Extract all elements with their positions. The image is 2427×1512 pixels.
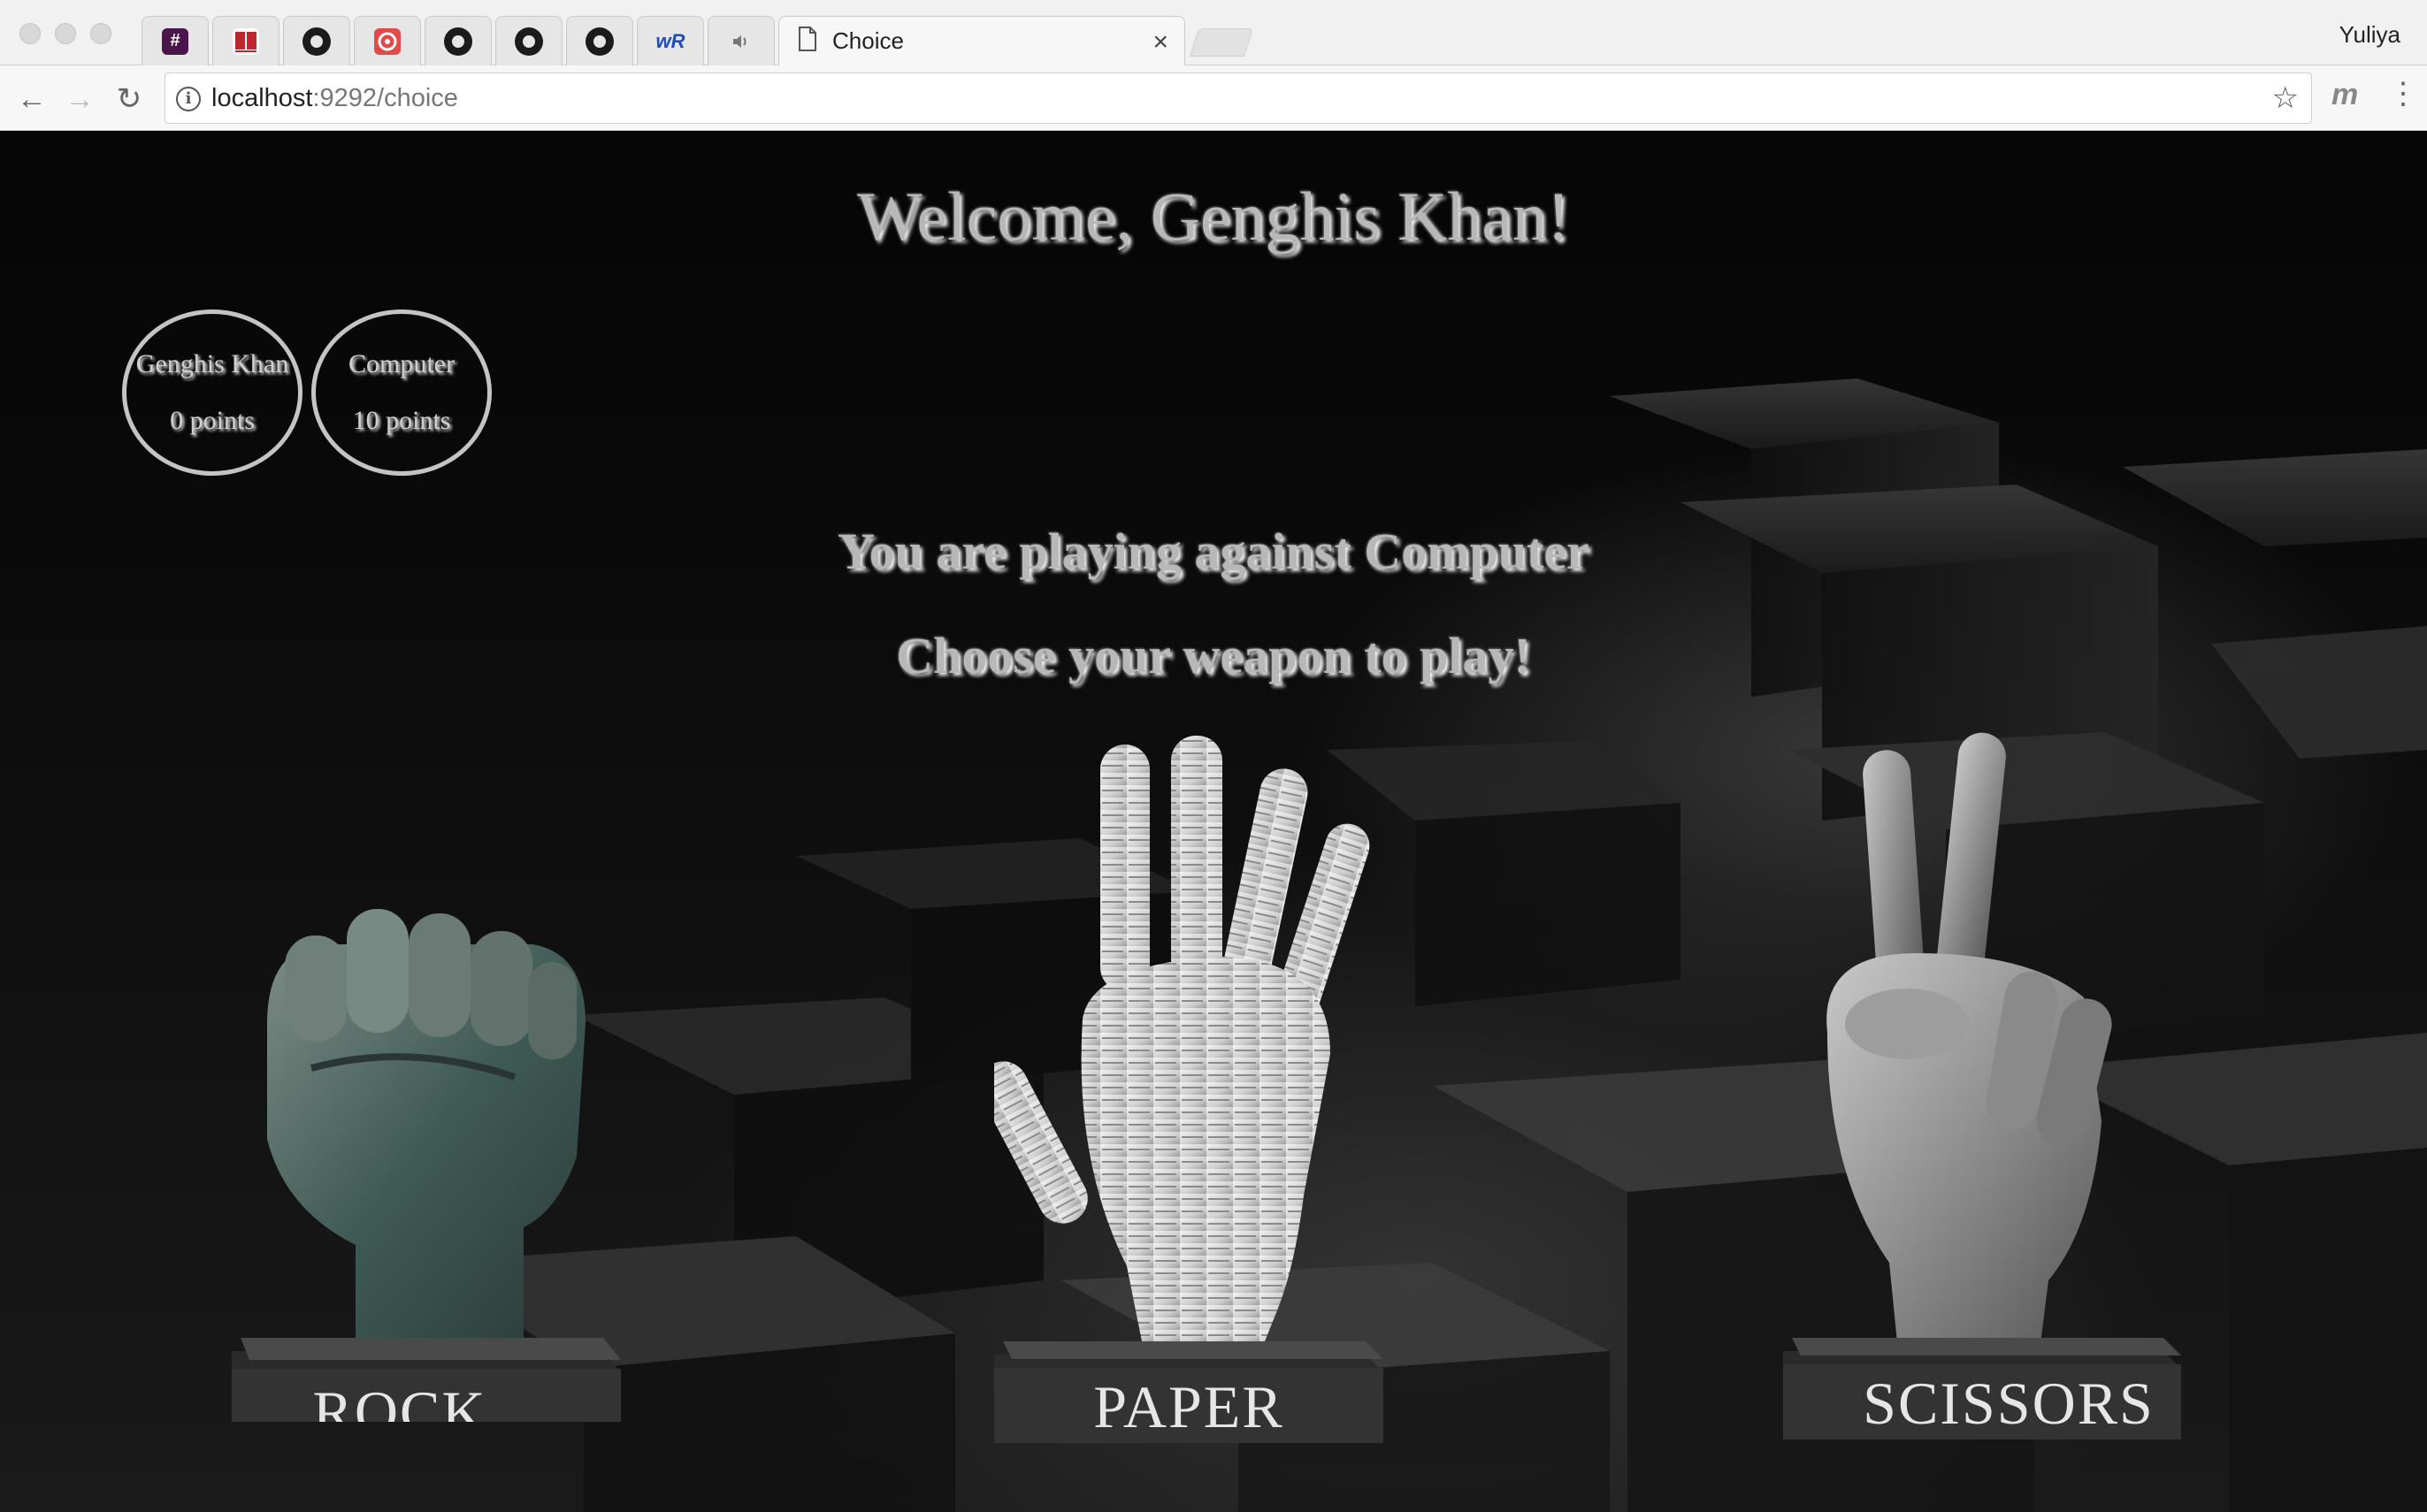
extension-icon[interactable]: m: [2331, 78, 2358, 112]
new-tab-button[interactable]: [1189, 28, 1254, 57]
scissors-label: SCISSORS: [1863, 1370, 2155, 1437]
prompt-text: Choose your weapon to play!: [896, 627, 1531, 684]
tab-choice[interactable]: Choice ×: [778, 16, 1185, 65]
window-close-dot[interactable]: [19, 23, 41, 44]
tab-7[interactable]: [566, 16, 633, 65]
github-icon: [515, 27, 543, 56]
computer-name: Computer: [348, 349, 455, 378]
tab-9[interactable]: [708, 16, 775, 65]
tab-2[interactable]: [212, 16, 279, 65]
github-icon: [302, 27, 331, 56]
tab-5[interactable]: [425, 16, 492, 65]
browser-menu-icon[interactable]: ⋮: [2388, 76, 2418, 111]
profile-name[interactable]: Yuliya: [2339, 21, 2400, 49]
computer-score-badge: Computer 10 points: [311, 309, 492, 476]
tab-4[interactable]: [354, 16, 421, 65]
player-points: 0 points: [170, 406, 255, 435]
document-icon: [797, 26, 818, 57]
browser-toolbar: ← → ↻ i localhost:9292/choice ☆ m ⋮: [0, 65, 2427, 131]
back-icon[interactable]: ←: [14, 81, 50, 117]
bookmark-star-icon[interactable]: ☆: [2272, 80, 2299, 116]
two-fingers-statue-icon: SCISSORS: [1783, 732, 2181, 1439]
paper-label: PAPER: [1093, 1373, 1283, 1440]
rock-label: ROCK: [313, 1378, 487, 1422]
computer-points: 10 points: [352, 406, 451, 435]
browser-tab-bar: # wR Choice × Yuliya: [0, 0, 2427, 65]
tab-title: Choice: [832, 27, 904, 54]
info-icon[interactable]: i: [176, 87, 201, 111]
paper-button[interactable]: PAPER: [994, 736, 1410, 1443]
game-page: Welcome, Genghis Khan! Genghis Khan 0 po…: [0, 131, 2427, 1512]
tab-6[interactable]: [495, 16, 563, 65]
address-bar[interactable]: i localhost:9292/choice ☆: [165, 73, 2312, 124]
wordreference-icon: wR: [655, 29, 685, 52]
scissors-button[interactable]: SCISSORS: [1783, 732, 2199, 1439]
welcome-heading: Welcome, Genghis Khan!: [857, 178, 1570, 255]
url-host: localhost: [211, 84, 313, 112]
forward-icon[interactable]: →: [62, 81, 97, 117]
slack-hash-icon: #: [162, 27, 188, 55]
open-hand-statue-icon: PAPER: [994, 736, 1383, 1443]
close-tab-icon[interactable]: ×: [1152, 27, 1168, 57]
url-path: :9292/choice: [312, 84, 458, 112]
player-score-badge: Genghis Khan 0 points: [122, 309, 302, 476]
url-text[interactable]: localhost:9292/choice: [211, 84, 458, 113]
github-icon: [444, 27, 472, 56]
speaker-icon: [728, 28, 754, 55]
fist-statue-icon: ROCK: [232, 909, 621, 1422]
tab-1[interactable]: #: [142, 16, 209, 65]
book-icon: [233, 27, 259, 55]
codeschool-icon: [374, 27, 401, 55]
rock-button[interactable]: ROCK: [232, 891, 630, 1422]
reload-icon[interactable]: ↻: [111, 81, 147, 117]
tab-8[interactable]: wR: [637, 16, 704, 65]
github-icon: [586, 27, 614, 56]
window-zoom-dot[interactable]: [90, 23, 111, 44]
player-name: Genghis Khan: [135, 349, 289, 378]
window-minimize-dot[interactable]: [55, 23, 76, 44]
opponent-text: You are playing against Computer: [838, 523, 1589, 580]
tab-3[interactable]: [283, 16, 350, 65]
